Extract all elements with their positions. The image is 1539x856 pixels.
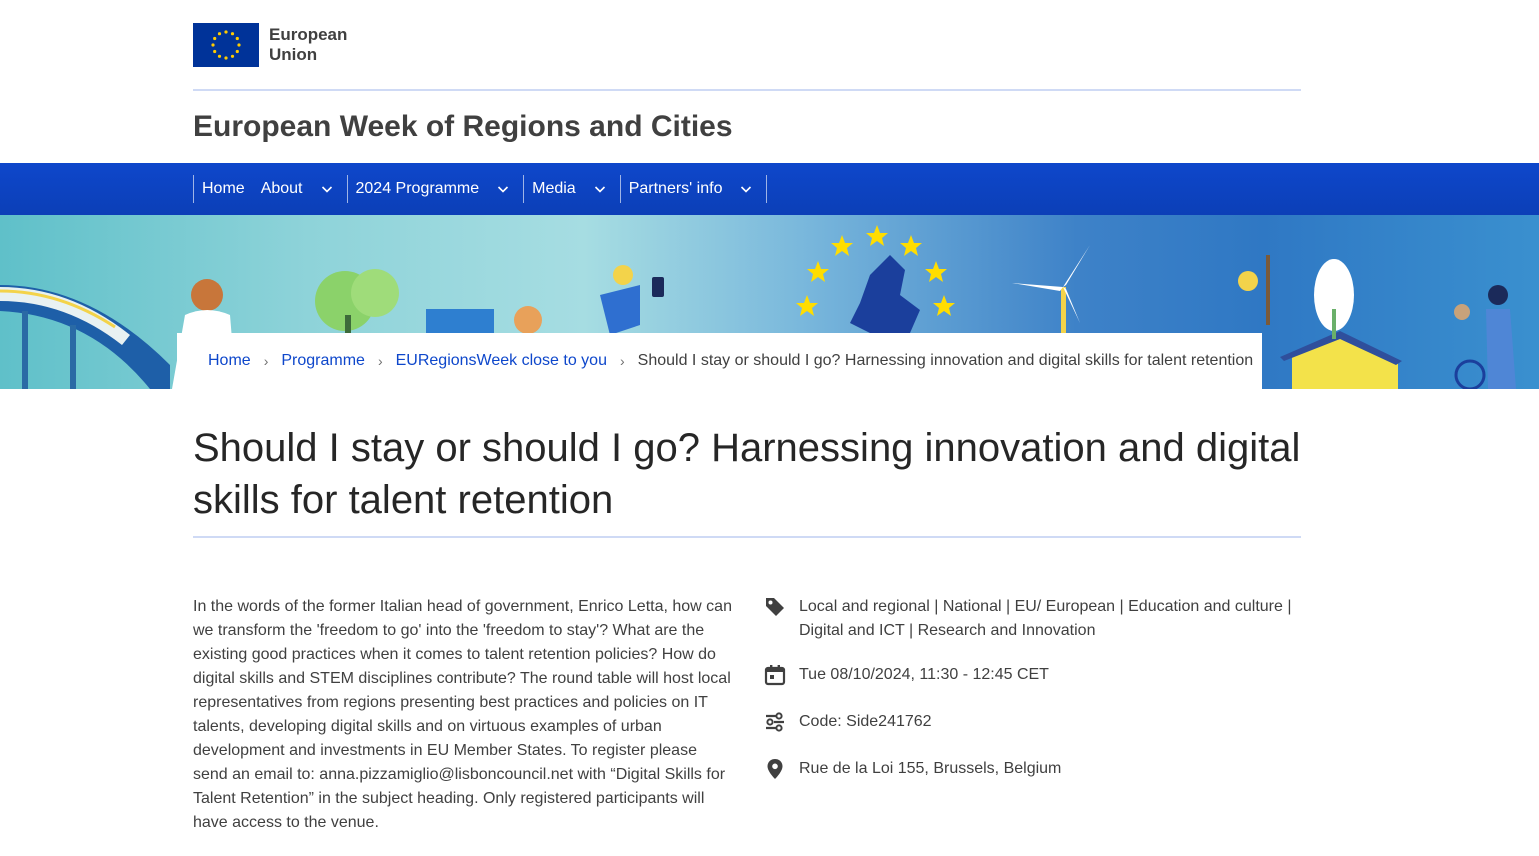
eu-logo-line1: European xyxy=(269,25,348,44)
nav-item-label: Home xyxy=(202,180,245,197)
eu-logo-line2: Union xyxy=(269,45,318,64)
breadcrumb-link-close-to-you[interactable]: EURegionsWeek close to you xyxy=(396,352,607,370)
chevron-down-icon xyxy=(594,183,606,195)
breadcrumb-link-home[interactable]: Home xyxy=(208,352,251,370)
meta-code: Code: Side241762 xyxy=(763,710,1303,734)
meta-location-text: Rue de la Loi 155, Brussels, Belgium xyxy=(799,760,1062,777)
breadcrumb-separator: › xyxy=(263,353,269,369)
code-icon xyxy=(763,710,787,734)
nav-item-label: 2024 Programme xyxy=(355,180,480,197)
nav-item-label: Media xyxy=(532,180,576,197)
eu-flag-icon xyxy=(193,23,259,67)
nav-item-partners-info[interactable]: Partners' info xyxy=(621,175,768,203)
meta-date: Tue 08/10/2024, 11:30 - 12:45 CET xyxy=(763,663,1303,687)
site-header: European Union European Week of Regions … xyxy=(0,0,1539,163)
header-divider xyxy=(193,89,1301,91)
chevron-down-icon xyxy=(321,183,333,195)
calendar-icon xyxy=(763,663,787,687)
meta-tags: Local and regional | National | EU/ Euro… xyxy=(763,595,1303,643)
chevron-down-icon xyxy=(497,183,509,195)
event-meta: Local and regional | National | EU/ Euro… xyxy=(763,595,1303,781)
meta-date-text: Tue 08/10/2024, 11:30 - 12:45 CET xyxy=(799,666,1049,683)
site-title[interactable]: European Week of Regions and Cities xyxy=(193,108,733,146)
event-description: In the words of the former Italian head … xyxy=(193,598,732,831)
nav-item-about[interactable]: About xyxy=(253,175,348,203)
tag-icon xyxy=(763,595,787,619)
main-navigation: Home About 2024 Programme Media Partners… xyxy=(0,163,1539,215)
nav-item-label: About xyxy=(260,180,303,197)
nav-list: Home About 2024 Programme Media Partners… xyxy=(193,175,768,203)
breadcrumb-current: Should I stay or should I go? Harnessing… xyxy=(637,352,1254,369)
location-pin-icon xyxy=(763,757,787,781)
nav-item-media[interactable]: Media xyxy=(524,175,621,203)
meta-tags-text: Local and regional | National | EU/ Euro… xyxy=(799,598,1292,639)
eu-logo-text: European Union xyxy=(269,25,347,65)
title-divider xyxy=(193,536,1301,538)
meta-code-text: Code: Side241762 xyxy=(799,713,932,730)
nav-item-programme[interactable]: 2024 Programme xyxy=(348,175,525,203)
breadcrumb-link-programme[interactable]: Programme xyxy=(281,352,365,370)
breadcrumb-separator: › xyxy=(377,353,383,369)
chevron-down-icon xyxy=(740,183,752,195)
breadcrumb: Home › Programme › EURegionsWeek close t… xyxy=(177,333,1262,389)
nav-item-label: Partners' info xyxy=(628,180,723,197)
page-title: Should I stay or should I go? Harnessing… xyxy=(193,426,1301,522)
nav-item-home[interactable]: Home xyxy=(194,175,253,203)
eu-logo[interactable]: European Union xyxy=(193,23,347,67)
breadcrumb-separator: › xyxy=(619,353,625,369)
meta-location: Rue de la Loi 155, Brussels, Belgium xyxy=(763,757,1303,781)
